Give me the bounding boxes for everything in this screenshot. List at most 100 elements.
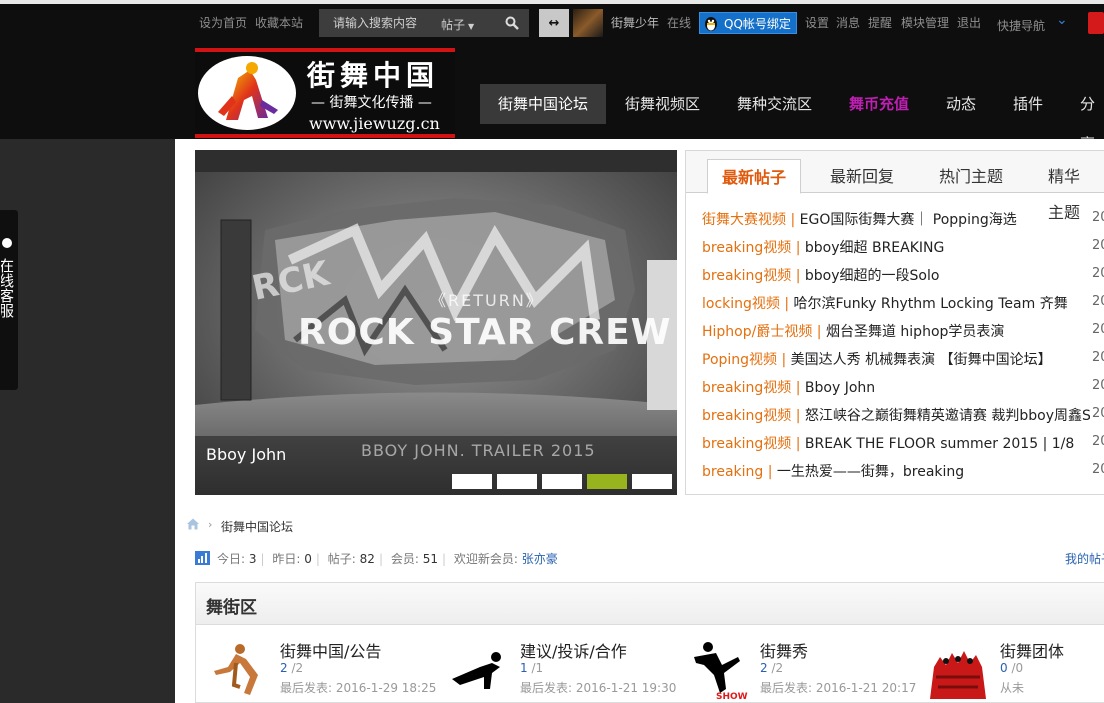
post-count: /1 — [531, 661, 544, 675]
post-item[interactable]: breaking视频 | Bboy John — [702, 377, 1090, 397]
breadcrumb-current[interactable]: 街舞中国论坛 — [221, 518, 293, 535]
post-title[interactable]: 美国达人秀 机械舞表演 【街舞中国论坛】 — [786, 352, 1052, 368]
swap-arrows-button[interactable]: ↔ — [539, 9, 569, 37]
search-button[interactable] — [495, 9, 529, 37]
caret-down-icon: ▼ — [468, 22, 475, 31]
forum-item[interactable]: 建议/投诉/合作 1 /1 最后发表: 2016-1-21 19:30 — [446, 633, 686, 703]
post-date: 20 — [1092, 434, 1104, 449]
post-title[interactable]: 一生热爱——街舞，breaking — [772, 464, 964, 480]
messages-link[interactable]: 消息 — [836, 14, 860, 31]
settings-link[interactable]: 设置 — [805, 14, 829, 31]
logo-url: www.jiewuzg.cn — [309, 114, 440, 133]
forum-feedback-image — [452, 652, 501, 689]
search-type-select[interactable]: 帖子 ▼ — [441, 16, 474, 33]
post-category[interactable]: breaking视频 | — [702, 380, 800, 396]
logout-link[interactable]: 退出 — [957, 14, 981, 31]
online-status: 在线 — [667, 16, 692, 30]
post-item[interactable]: Poping视频 | 美国达人秀 机械舞表演 【街舞中国论坛】 — [702, 349, 1090, 369]
tab-latest-replies[interactable]: 最新回复 — [816, 159, 908, 193]
module-manage-link[interactable]: 模块管理 — [901, 14, 949, 31]
post-item[interactable]: breaking视频 | 怒江峡谷之巅街舞精英邀请赛 裁判bboy周鑫S — [702, 405, 1090, 425]
post-item[interactable]: breaking视频 | bboy细超 BREAKING — [702, 237, 1090, 257]
post-item[interactable]: locking视频 | 哈尔滨Funky Rhythm Locking Team… — [702, 293, 1090, 313]
quick-nav-label: 快捷导航 — [997, 19, 1046, 33]
forum-name[interactable]: 街舞秀 — [760, 638, 808, 662]
qq-bind-button[interactable]: QQ帐号绑定 — [699, 12, 797, 34]
post-title[interactable]: 哈尔滨Funky Rhythm Locking Team 齐舞 — [789, 296, 1068, 312]
post-title[interactable]: 怒江峡谷之巅街舞精英邀请赛 裁判bboy周鑫S — [800, 408, 1090, 424]
slider-dot-2[interactable] — [497, 474, 537, 489]
post-category[interactable]: breaking视频 | — [702, 436, 800, 452]
posts-count: 82 — [359, 552, 375, 566]
forum-last-post[interactable]: 最后发表: 2016-1-21 19:30 — [520, 679, 676, 696]
forum-show-label: SHOW — [716, 692, 748, 701]
section-header: 舞街区 — [196, 583, 1104, 625]
slider-dot-5[interactable] — [632, 474, 672, 489]
slider-dot-4[interactable] — [587, 474, 627, 489]
post-category[interactable]: Hiphop/爵士视频 | — [702, 324, 822, 340]
tab-hot-topics[interactable]: 热门主题 — [925, 159, 1017, 193]
post-category[interactable]: breaking视频 | — [702, 268, 800, 284]
post-category[interactable]: breaking视频 | — [702, 408, 800, 424]
post-date: 20 — [1092, 294, 1104, 309]
post-item[interactable]: breaking视频 | bboy细超的一段Solo — [702, 265, 1090, 285]
nav-dance-types[interactable]: 舞种交流区 — [719, 84, 830, 124]
tab-featured-topics[interactable]: 精华主题 — [1034, 159, 1104, 222]
slider-dot-1[interactable] — [452, 474, 492, 489]
post-item[interactable]: 街舞大赛视频 | EGO国际街舞大赛｜ Popping海选 — [702, 209, 1090, 229]
notifications-link[interactable]: 提醒 — [868, 14, 892, 31]
nav-video[interactable]: 街舞视频区 — [607, 84, 718, 124]
username-link[interactable]: 街舞少年 — [611, 14, 659, 31]
slider-dot-3[interactable] — [542, 474, 582, 489]
forum-name[interactable]: 街舞中国/公告 — [280, 638, 381, 662]
quick-nav-link[interactable]: 快捷导航 — [997, 17, 1045, 34]
nav-forum[interactable]: 街舞中国论坛 — [480, 84, 607, 124]
bookmark-link[interactable]: 收藏本站 — [255, 14, 303, 31]
post-category[interactable]: Poping视频 | — [702, 352, 786, 368]
new-member-link[interactable]: 张亦豪 — [522, 552, 558, 566]
nav-recharge[interactable]: 舞币充值 — [831, 84, 927, 124]
post-category[interactable]: breaking视频 | — [702, 240, 800, 256]
home-icon[interactable] — [186, 517, 200, 531]
search-input[interactable] — [319, 9, 439, 37]
flag-icon[interactable] — [1088, 12, 1104, 34]
members-count: 51 — [422, 552, 438, 566]
forum-item[interactable]: SHOW 街舞秀 2 /2 最后发表: 2016-1-21 20:17 — [686, 633, 926, 703]
online-service-tab[interactable]: 在线客服 — [0, 210, 18, 390]
post-item[interactable]: breaking | 一生热爱——街舞，breaking — [702, 461, 1090, 481]
post-title[interactable]: Bboy John — [800, 380, 875, 396]
post-title[interactable]: bboy细超的一段Solo — [800, 268, 940, 284]
post-title[interactable]: BREAK THE FLOOR summer 2015 | 1/8 — [800, 436, 1074, 452]
forum-count: 0 /0 — [1000, 661, 1023, 675]
tab-latest-posts[interactable]: 最新帖子 — [707, 159, 802, 194]
forum-name[interactable]: 街舞团体 — [1000, 638, 1064, 662]
nav-plugins[interactable]: 插件 — [995, 84, 1061, 124]
site-logo[interactable]: 街舞中国 — 街舞文化传播 — www.jiewuzg.cn — [195, 48, 455, 138]
post-item[interactable]: breaking视频 | BREAK THE FLOOR summer 2015… — [702, 433, 1090, 453]
forum-last-post[interactable]: 最后发表: 2016-1-21 20:17 — [760, 679, 916, 696]
chevron-down-icon[interactable]: ⌄ — [1056, 12, 1068, 28]
forum-item[interactable]: 街舞中国/公告 2 /2 最后发表: 2016-1-29 18:25 — [206, 633, 446, 703]
forum-item[interactable]: 街舞团体 0 /0 从未 — [926, 633, 1104, 703]
nav-share[interactable]: 分享 — [1062, 84, 1104, 153]
post-category[interactable]: breaking | — [702, 464, 772, 480]
image-slider[interactable]: RCK 《RETURN》 ROCK STAR CREW BBOY JOHN. T… — [195, 150, 677, 495]
post-item[interactable]: Hiphop/爵士视频 | 烟台圣舞道 hiphop学员表演 — [702, 321, 1090, 341]
nav-activity[interactable]: 动态 — [928, 84, 994, 124]
post-title[interactable]: 烟台圣舞道 hiphop学员表演 — [822, 324, 1004, 340]
online-service-label: 在线客服 — [1, 258, 15, 318]
forum-name[interactable]: 建议/投诉/合作 — [520, 638, 627, 662]
post-title[interactable]: bboy细超 BREAKING — [800, 240, 944, 256]
stats-separator: | — [260, 552, 265, 566]
forum-last-post[interactable]: 最后发表: 2016-1-29 18:25 — [280, 679, 436, 696]
post-category[interactable]: 街舞大赛视频 | — [702, 212, 795, 228]
my-posts-link[interactable]: 我的帖子 — [1065, 550, 1104, 567]
forum-crew-image — [930, 651, 986, 699]
post-category[interactable]: locking视频 | — [702, 296, 789, 312]
post-date: 20 — [1092, 238, 1104, 253]
set-home-link[interactable]: 设为首页 — [199, 14, 247, 31]
avatar[interactable] — [573, 9, 603, 37]
slider-caption[interactable]: Bboy John — [206, 445, 286, 464]
forum-show-image: SHOW — [694, 642, 748, 701]
post-title[interactable]: EGO国际街舞大赛｜ Popping海选 — [795, 212, 1017, 228]
